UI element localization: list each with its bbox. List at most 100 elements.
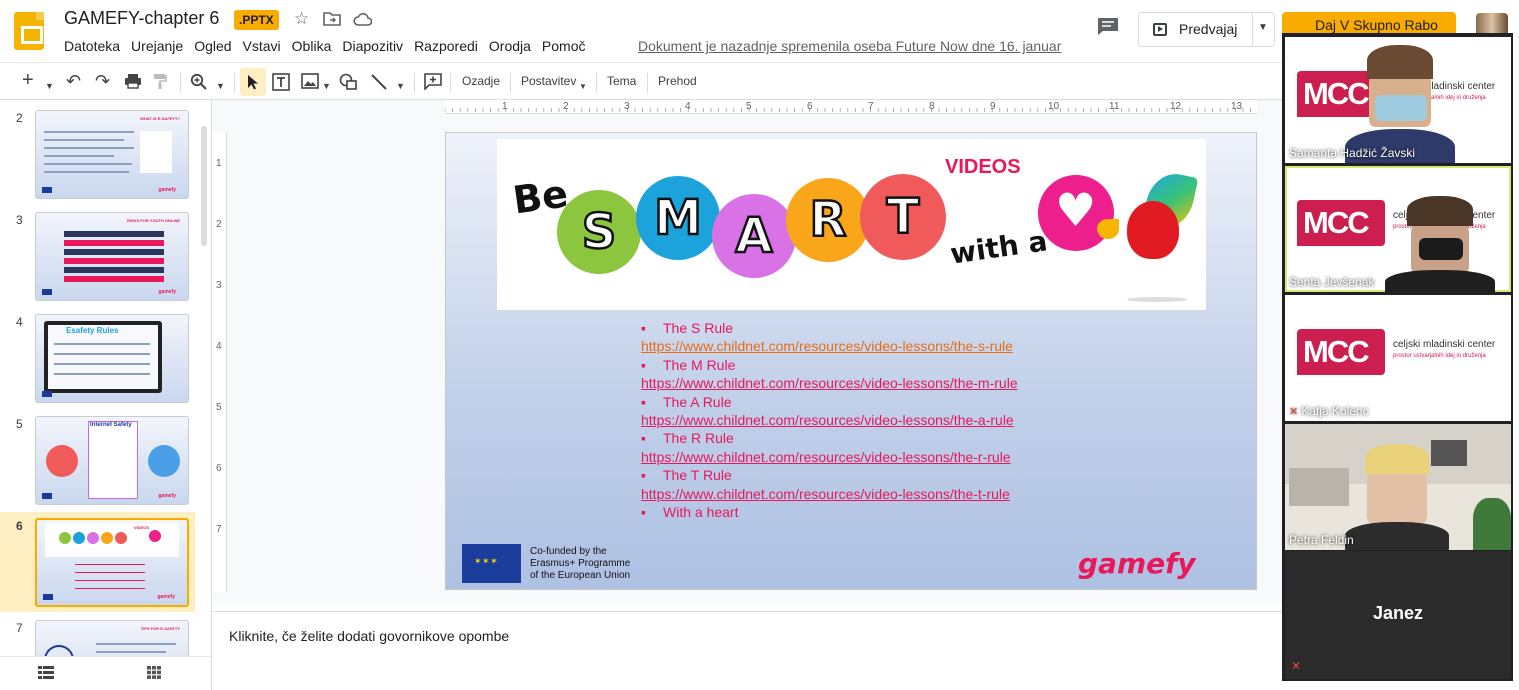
rule-r-link[interactable]: https://www.childnet.com/resources/video… [641, 448, 1071, 466]
layout-button[interactable]: Postavitev [521, 74, 576, 88]
add-comment-icon[interactable] [424, 73, 442, 96]
slide-thumbnail-3[interactable]: RISKS FOR YOUTH ONLINE gamefy [35, 212, 189, 301]
participant-tile[interactable]: MCC celjski mladinski center prostor ust… [1285, 295, 1511, 421]
toolbar-separator [180, 73, 181, 93]
thumb-line [44, 171, 129, 173]
thumb-title: WHAT IS E-SAFETY? [140, 116, 180, 121]
rule-t-link[interactable]: https://www.childnet.com/resources/video… [641, 485, 1071, 503]
participant-tile[interactable]: Janez ✕ [1285, 551, 1511, 679]
speaker-notes[interactable]: Kliknite, če želite dodati govornikove o… [213, 611, 1282, 690]
select-tool-button[interactable] [240, 68, 266, 96]
rule-m-title: The M Rule [641, 356, 1071, 374]
new-slide-icon[interactable]: + [22, 70, 34, 90]
rule-a-title: The A Rule [641, 393, 1071, 411]
layout-caret-icon[interactable]: ▼ [579, 77, 587, 97]
rule-s-link[interactable]: https://www.childnet.com/resources/video… [641, 337, 1071, 355]
banner-circle-a: A [712, 194, 796, 278]
redo-icon[interactable]: ↷ [95, 71, 110, 91]
toolbar-separator [414, 73, 415, 93]
background-button[interactable]: Ozadje [462, 74, 500, 88]
banner-letter-r: R [808, 191, 847, 250]
theme-button[interactable]: Tema [607, 74, 636, 88]
paint-format-icon[interactable] [153, 73, 167, 96]
cloud-status-icon[interactable] [353, 11, 373, 31]
zoom-options-icon[interactable]: ▼ [216, 76, 225, 96]
filmstrip-footer [0, 656, 211, 690]
last-edit-link[interactable]: Dokument je nazadnje spremenila oseba Fu… [638, 38, 1061, 54]
star-icon[interactable]: ☆ [294, 9, 309, 29]
text-box-icon[interactable] [272, 73, 290, 97]
participant-mask [1419, 238, 1463, 260]
menu-file[interactable]: Datoteka [64, 37, 120, 55]
parrot-shadow [1127, 297, 1187, 302]
thumb-gamefy-logo: gamefy [157, 594, 175, 600]
slide-filmstrip: 2 WHAT IS E-SAFETY? gamefy 3 RISKS FOR Y… [0, 100, 212, 690]
zoom-icon[interactable] [190, 73, 207, 96]
slide-editor[interactable]: 1 2 3 4 5 6 7 8 9 10 11 12 13 1 2 3 4 5 … [213, 100, 1282, 605]
participant-tile[interactable]: Petra Feldin [1285, 424, 1511, 550]
rule-m-link[interactable]: https://www.childnet.com/resources/video… [641, 374, 1071, 392]
slide-number: 2 [16, 111, 23, 125]
slide-thumbnail-6[interactable]: VIDEOS gamefy [35, 518, 189, 607]
shape-icon[interactable] [339, 73, 358, 96]
insert-image-icon[interactable] [301, 73, 319, 95]
ruler-number: 6 [807, 101, 813, 112]
slides-logo-icon[interactable] [14, 12, 44, 50]
mic-off-icon: ✕ [1289, 406, 1299, 418]
slide-thumbnail-5[interactable]: Internet Safety gamefy [35, 416, 189, 505]
participant-body [1385, 270, 1495, 292]
menu-view[interactable]: Ogled [194, 37, 231, 55]
share-label: Daj V Skupno Rabo [1315, 17, 1438, 33]
move-folder-icon[interactable] [323, 11, 341, 31]
toolbar-separator [596, 73, 597, 93]
participant-tile[interactable]: MCC celjski mladinski center prostor ust… [1285, 37, 1511, 163]
menu-tools[interactable]: Orodja [489, 37, 531, 55]
menu-edit[interactable]: Urejanje [131, 37, 183, 55]
comments-icon[interactable] [1097, 17, 1119, 35]
menu-arrange[interactable]: Razporedi [414, 37, 478, 55]
transition-button[interactable]: Prehod [658, 74, 697, 88]
participant-body [1345, 522, 1449, 550]
banner-circle-s: S [557, 190, 641, 274]
vertical-ruler[interactable]: 1 2 3 4 5 6 7 [213, 132, 227, 592]
rule-t-title: The T Rule [641, 466, 1071, 484]
thumb-line [75, 580, 145, 581]
speaker-notes-placeholder[interactable]: Kliknite, če želite dodati govornikove o… [229, 628, 509, 644]
thumb-bar [64, 249, 164, 255]
menu-format[interactable]: Oblika [292, 37, 332, 55]
be-smart-banner[interactable]: Be S M A R T with a VIDEOS [497, 139, 1206, 310]
print-icon[interactable] [124, 73, 142, 95]
line-options-icon[interactable]: ▼ [396, 76, 405, 96]
slide-thumbnail-2[interactable]: WHAT IS E-SAFETY? gamefy [35, 110, 189, 199]
thumb-line [44, 155, 114, 157]
rule-a-link[interactable]: https://www.childnet.com/resources/video… [641, 411, 1071, 429]
mcc-logo: MCC [1297, 200, 1385, 246]
slide-thumbnail-4[interactable]: Esafety Rules [35, 314, 189, 403]
undo-icon[interactable]: ↶ [66, 71, 81, 91]
banner-circle-m: M [636, 176, 720, 260]
present-button[interactable]: Predvajaj ▼ [1138, 12, 1275, 47]
menu-slide[interactable]: Diapozitiv [342, 37, 403, 55]
thumb-line [75, 588, 145, 589]
slide-canvas[interactable]: Be S M A R T with a VIDEOS ♥ ▪ The S Rul… [445, 132, 1257, 590]
present-options-icon[interactable]: ▼ [1258, 22, 1268, 33]
slide-number: 3 [16, 213, 23, 227]
new-slide-layout-icon[interactable]: ▼ [45, 76, 54, 96]
document-title[interactable]: GAMEFY-chapter 6 [64, 8, 219, 29]
menu-help[interactable]: Pomoč [542, 37, 586, 55]
horizontal-ruler[interactable]: 1 2 3 4 5 6 7 8 9 10 11 12 13 [445, 100, 1257, 114]
participant-tile[interactable]: MCC celjski mladinski center prostor ust… [1285, 166, 1511, 292]
image-options-icon[interactable]: ▼ [322, 76, 331, 96]
thumb-gamefy-logo: gamefy [158, 493, 176, 499]
grid-view-icon[interactable] [147, 666, 161, 684]
filmstrip-view-icon[interactable] [38, 666, 54, 684]
present-label: Predvajaj [1179, 21, 1238, 37]
ruler-number: 5 [216, 402, 222, 413]
filmstrip-scrollbar[interactable] [201, 126, 207, 246]
banner-letter-m: M [653, 189, 703, 248]
thumb-bar [64, 258, 164, 264]
video-rules-list[interactable]: The S Rule https://www.childnet.com/reso… [641, 319, 1071, 521]
thumb-line [44, 147, 134, 149]
menu-insert[interactable]: Vstavi [243, 37, 281, 55]
line-icon[interactable] [370, 73, 388, 97]
